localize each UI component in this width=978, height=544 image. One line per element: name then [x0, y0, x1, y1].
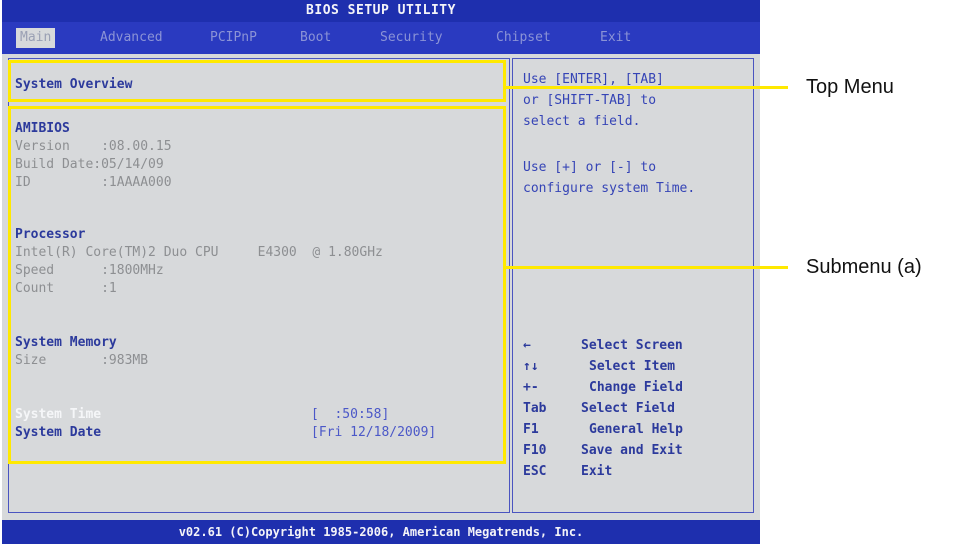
key-f10: F10	[523, 443, 547, 458]
key-esc-desc: Exit	[581, 464, 613, 479]
key-f1-desc: General Help	[589, 422, 683, 437]
top-menu-bar: Main Advanced PCIPnP Boot Security Chips…	[2, 22, 760, 54]
key-f10-desc: Save and Exit	[581, 443, 683, 458]
menu-main[interactable]: Main	[16, 28, 56, 48]
help-line-2: or [SHIFT-TAB] to	[523, 93, 657, 108]
key-plus-minus: +-	[523, 380, 539, 395]
key-left-arrow-desc: Select Screen	[581, 338, 683, 353]
key-left-arrow: ←	[523, 338, 531, 353]
top-menu-annotation: Top Menu	[806, 76, 894, 98]
key-plus-minus-desc: Change Field	[589, 380, 683, 395]
menu-security[interactable]: Security	[380, 28, 443, 48]
top-menu-highlight-box	[8, 60, 506, 102]
menu-pcipnp[interactable]: PCIPnP	[210, 28, 257, 48]
menu-exit[interactable]: Exit	[600, 28, 631, 48]
menu-advanced[interactable]: Advanced	[100, 28, 163, 48]
key-tab: Tab	[523, 401, 547, 416]
help-panel: Use [ENTER], [TAB] or [SHIFT-TAB] to sel…	[512, 58, 754, 513]
copyright-footer: v02.61 (C)Copyright 1985-2006, American …	[2, 520, 760, 544]
menu-boot[interactable]: Boot	[300, 28, 331, 48]
bios-title: BIOS SETUP UTILITY	[2, 0, 760, 22]
key-up-down-desc: Select Item	[589, 359, 676, 374]
menu-chipset[interactable]: Chipset	[496, 28, 551, 48]
key-f1: F1	[523, 422, 539, 437]
submenu-highlight-box	[8, 106, 506, 464]
help-line-4: Use [+] or [-] to	[523, 160, 657, 175]
help-line-5: configure system Time.	[523, 181, 696, 196]
key-up-down: ↑↓	[523, 359, 539, 374]
key-tab-desc: Select Field	[581, 401, 675, 416]
submenu-callout-line	[506, 266, 788, 269]
submenu-annotation: Submenu (a)	[806, 256, 922, 278]
key-esc: ESC	[523, 464, 547, 479]
help-line-3: select a field.	[523, 114, 641, 129]
top-menu-callout-line	[506, 86, 788, 89]
